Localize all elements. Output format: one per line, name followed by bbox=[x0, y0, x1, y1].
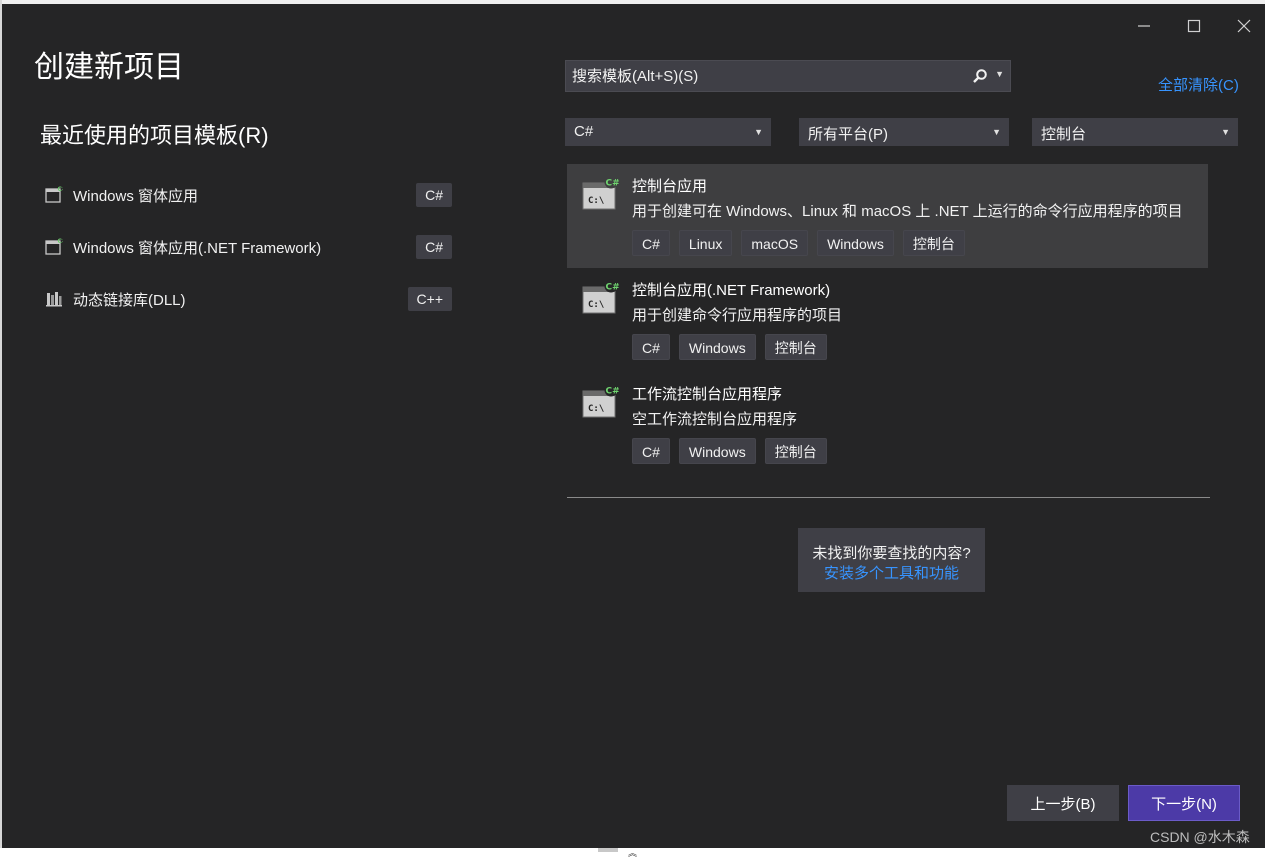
recent-templates-heading: 最近使用的项目模板(R) bbox=[40, 123, 269, 148]
svg-text:C:\: C:\ bbox=[588, 404, 604, 414]
chevron-down-icon: ▼ bbox=[754, 127, 763, 137]
tag-csharp: C# bbox=[632, 334, 670, 360]
back-button[interactable]: 上一步(B) bbox=[1007, 785, 1119, 821]
svg-text:C#: C# bbox=[606, 179, 620, 189]
create-project-dialog: 创建新项目 最近使用的项目模板(R) C# Windows 窗体应用 C# C#… bbox=[2, 4, 1265, 848]
template-description: 用于创建命令行应用程序的项目 bbox=[632, 307, 843, 324]
svg-text:C#: C# bbox=[606, 387, 620, 397]
dll-library-icon bbox=[46, 292, 62, 307]
windows-forms-icon: C# bbox=[45, 186, 64, 203]
tag-csharp: C# bbox=[632, 438, 670, 464]
not-found-panel: 未找到你要查找的内容? 安装多个工具和功能 bbox=[798, 528, 985, 592]
language-filter-value: C# bbox=[574, 123, 594, 140]
clear-all-filters-link[interactable]: 全部清除(C) bbox=[1158, 74, 1239, 95]
tag-csharp: C# bbox=[632, 230, 670, 256]
svg-text:C:\: C:\ bbox=[588, 196, 604, 206]
tag-windows: Windows bbox=[678, 438, 756, 464]
tag-console: 控制台 bbox=[764, 438, 827, 464]
recent-item-windows-forms[interactable]: C# Windows 窗体应用 C# bbox=[40, 175, 454, 215]
close-icon bbox=[1237, 19, 1251, 33]
tag-console: 控制台 bbox=[764, 334, 827, 360]
next-button[interactable]: 下一步(N) bbox=[1128, 785, 1240, 821]
template-item-console-app-netfx[interactable]: C:\ C# 控制台应用(.NET Framework) 用于创建命令行应用程序… bbox=[567, 268, 1208, 372]
minimize-icon bbox=[1138, 25, 1150, 27]
background-mark bbox=[598, 848, 618, 852]
minimize-button[interactable] bbox=[1128, 12, 1160, 40]
not-found-question: 未找到你要查找的内容? bbox=[812, 545, 971, 562]
language-filter-dropdown[interactable]: C# ▼ bbox=[565, 118, 771, 146]
template-name: 工作流控制台应用程序 bbox=[632, 386, 783, 403]
tag-macos: macOS bbox=[741, 230, 809, 256]
template-tags: C# Windows 控制台 bbox=[632, 334, 827, 360]
svg-text:C#: C# bbox=[58, 186, 64, 193]
template-name: 控制台应用 bbox=[632, 178, 708, 195]
console-app-icon: C:\ C# bbox=[582, 279, 620, 314]
search-input[interactable] bbox=[566, 61, 978, 91]
recent-item-label: Windows 窗体应用(.NET Framework) bbox=[73, 240, 322, 257]
recent-item-windows-forms-netfx[interactable]: C# Windows 窗体应用(.NET Framework) C# bbox=[40, 227, 454, 267]
template-item-workflow-console-app[interactable]: C:\ C# 工作流控制台应用程序 空工作流控制台应用程序 C# Windows… bbox=[567, 372, 1208, 476]
console-app-icon: C:\ C# bbox=[582, 383, 620, 418]
maximize-icon bbox=[1187, 19, 1201, 33]
svg-text:C:\: C:\ bbox=[588, 300, 604, 310]
platform-filter-dropdown[interactable]: 所有平台(P) ▼ bbox=[799, 118, 1009, 146]
tag-console: 控制台 bbox=[902, 230, 965, 256]
template-search-box: ▼ bbox=[565, 60, 1011, 92]
project-type-filter-dropdown[interactable]: 控制台 ▼ bbox=[1032, 118, 1238, 146]
template-item-console-app[interactable]: C:\ C# 控制台应用 用于创建可在 Windows、Linux 和 macO… bbox=[567, 164, 1208, 268]
chevron-down-icon: ▼ bbox=[992, 127, 1001, 137]
template-name: 控制台应用(.NET Framework) bbox=[632, 282, 831, 299]
close-window-button[interactable] bbox=[1228, 12, 1260, 40]
svg-text:C#: C# bbox=[58, 238, 64, 245]
platform-filter-value: 所有平台(P) bbox=[808, 126, 888, 143]
language-badge: C# bbox=[416, 183, 452, 207]
console-app-icon: C:\ C# bbox=[582, 175, 620, 210]
template-list-divider bbox=[567, 497, 1210, 498]
search-icon[interactable] bbox=[972, 68, 988, 84]
template-tags: C# Linux macOS Windows 控制台 bbox=[632, 230, 965, 256]
recent-item-label: 动态链接库(DLL) bbox=[73, 292, 186, 309]
tag-linux: Linux bbox=[678, 230, 733, 256]
svg-text:C#: C# bbox=[606, 283, 620, 293]
windows-forms-icon: C# bbox=[45, 238, 64, 255]
page-title: 创建新项目 bbox=[34, 51, 184, 84]
template-tags: C# Windows 控制台 bbox=[632, 438, 827, 464]
language-badge: C++ bbox=[407, 287, 452, 311]
tag-windows: Windows bbox=[817, 230, 894, 256]
chevron-down-icon: ▼ bbox=[1221, 127, 1230, 137]
search-options-chevron-down-icon[interactable]: ▼ bbox=[995, 69, 1004, 79]
recent-item-dll[interactable]: 动态链接库(DLL) C++ bbox=[40, 279, 454, 319]
tag-windows: Windows bbox=[678, 334, 756, 360]
watermark: CSDN @水木森 bbox=[1150, 829, 1250, 845]
project-type-filter-value: 控制台 bbox=[1041, 126, 1087, 143]
language-badge: C# bbox=[416, 235, 452, 259]
background-chevron-icon: ︽ bbox=[628, 849, 638, 859]
template-description: 空工作流控制台应用程序 bbox=[632, 411, 798, 428]
install-tools-link[interactable]: 安装多个工具和功能 bbox=[798, 562, 985, 583]
template-description: 用于创建可在 Windows、Linux 和 macOS 上 .NET 上运行的… bbox=[632, 203, 1183, 220]
recent-item-label: Windows 窗体应用 bbox=[73, 188, 199, 205]
maximize-button[interactable] bbox=[1178, 12, 1210, 40]
